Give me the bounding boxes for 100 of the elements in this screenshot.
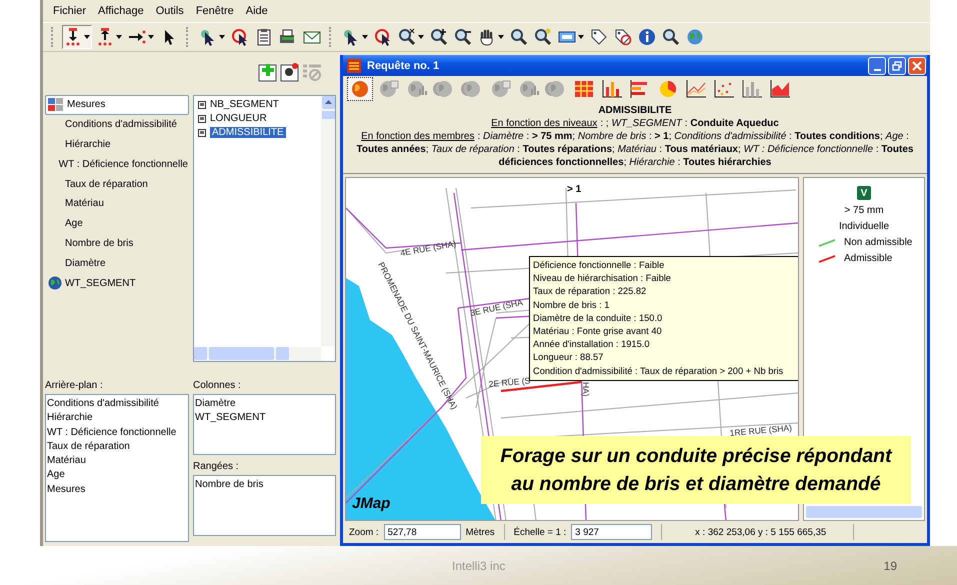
zoom-icon [534,28,552,46]
zoom-icon [398,28,416,46]
settings-icon [280,62,300,82]
menu-item[interactable]: Outils [156,5,184,17]
tooltip-line: Longueur : 88.57 [533,351,604,364]
tree-item[interactable]: Hiérarchie [45,134,189,154]
page-number: 19 [884,558,897,572]
tooltip-line: Nombre de bris : 1 [533,298,610,312]
legend-label: Non admissible [844,237,912,248]
tree-item[interactable]: Nombre de bris [45,234,189,254]
pin-arrow-icon [96,28,114,46]
menu-item[interactable]: Affichage [98,5,144,17]
scroll-thumb[interactable] [209,347,274,360]
list-item[interactable]: Age [47,468,187,483]
list-item[interactable]: Matériau [47,454,187,468]
plus-icon [258,62,278,82]
grid-icon [48,98,64,112]
area-chart-icon [769,79,791,99]
street-label: 2E RUE (S [488,375,531,389]
minimize-icon [874,68,880,70]
zoom-icon [510,28,528,46]
legend-label: Admissible [844,253,892,264]
caret-icon [418,35,424,39]
pin-arrow-icon [64,28,82,46]
menu-item[interactable]: Fichier [53,5,86,17]
street-label: 1RE RUE (SHA) [729,422,792,438]
tree-item[interactable]: Diamètre [45,253,189,274]
horizontal-scrollbar[interactable] [806,506,922,518]
tree-item[interactable]: Matériau [45,194,189,214]
tooltip-line: Niveau de hiérarchisation : Faible [533,272,672,286]
tree-item[interactable]: Taux de réparation [45,174,189,194]
horizontal-scrollbar[interactable] [194,347,321,361]
tree-item[interactable]: Mesures [45,94,189,115]
list-item[interactable]: Nombre de bris [195,478,334,492]
section-label: Colonnes : [193,380,242,393]
footer-company: Intelli3 inc [452,558,506,572]
menu-item[interactable]: Fenêtre [196,5,234,17]
list-item[interactable]: Diamètre [195,397,334,412]
arrow-icon [128,28,146,46]
cursor-icon [342,28,360,46]
street-label: 4E RUE (SHA) [400,238,457,258]
tree-item[interactable]: WT : Déficience fonctionnelle [45,154,189,174]
list-item[interactable]: Taux de réparation [47,440,187,454]
close-button[interactable] [908,56,926,74]
column-header: > 1 [567,184,582,195]
globe-icon [377,79,399,99]
chart-type-button[interactable] [347,77,373,101]
list-item[interactable]: NB_SEGMENT [198,98,279,112]
zoom-field[interactable]: 527,78 [384,524,461,540]
target-icon [374,28,392,46]
tree-item[interactable]: WT_SEGMENT [45,273,189,293]
list-item[interactable]: Hiérarchie [47,411,187,426]
close-icon [912,60,922,70]
clipboard-icon [255,28,273,46]
globe-icon [48,276,62,290]
legend-subtitle: Individuelle [838,221,890,232]
globe-icon [405,79,427,99]
list-item[interactable]: Conditions d'admissibilité [47,397,187,412]
globe-icon [489,79,511,99]
scroll-thumb[interactable] [322,110,334,119]
callout-note: Forage sur un conduite précise répondant au nombre de bris et diamètre demandé [481,436,911,504]
globe-icon [686,28,704,46]
globe-icon [461,79,483,99]
filter-text: En fonction des niveaux : ; WT_SEGMENT : Conduite Aqueduc [490,117,780,130]
street-label: 3E RUE (SHA [469,297,524,318]
menu-item[interactable]: Aide [246,5,268,17]
map-logo: JMap [352,495,390,512]
globe-icon [517,79,539,99]
tooltip-line: Année d'installation : 1915.0 [533,338,651,352]
coordinates-text: x : 362 253,06 y : 5 155 665,35 [695,526,826,538]
report-title: ADMISSIBILITE [597,104,673,117]
scale-field[interactable]: 3 927 [571,524,652,540]
filter-text: En fonction des membres : Diamètre : > 75 mm; Nombre de bris : > 1; Conditions d'admissibilité : Toutes conditions; Age : Toutes années; Taux de réparation : Toutes réparations; Matériau : Tous matériaux; WT : Déficience fonctionnelle : Toutes déficiences fonctionnelles; Hiérarchie : Toutes hiérarchies [356,130,914,169]
search-icon [662,28,680,46]
window-title: Requête no. 1 [367,60,440,72]
vertical-scrollbar[interactable] [321,96,335,346]
legend-badge: V [857,186,871,200]
restore-button[interactable] [888,56,906,74]
list-item[interactable]: WT_SEGMENT [195,411,334,426]
zoom-in-icon [430,28,448,46]
tree-item[interactable]: Age [45,214,189,234]
checkbox-icon [198,128,206,137]
scatter-chart-icon [713,79,735,99]
toolbar-button[interactable] [62,25,92,49]
legend-title: > 75 mm [844,205,884,216]
scroll-up-icon[interactable] [322,96,334,109]
tree-item[interactable]: Conditions d'admissibilité [45,114,189,135]
caret-icon [148,35,154,39]
street-label: HA) [581,382,591,397]
zoom-out-icon [454,28,472,46]
printer-icon [279,28,297,46]
list-item[interactable]: LONGUEUR [198,112,267,126]
caret-icon [498,35,504,39]
list-item[interactable]: WT : Déficience fonctionnelle [47,426,187,440]
caret-icon [578,35,584,39]
globe-icon [349,79,371,99]
caret-icon [84,35,90,39]
section-label: Rangées : [193,461,240,474]
minimize-button[interactable] [868,56,886,74]
list-item[interactable]: Mesures [47,482,187,498]
